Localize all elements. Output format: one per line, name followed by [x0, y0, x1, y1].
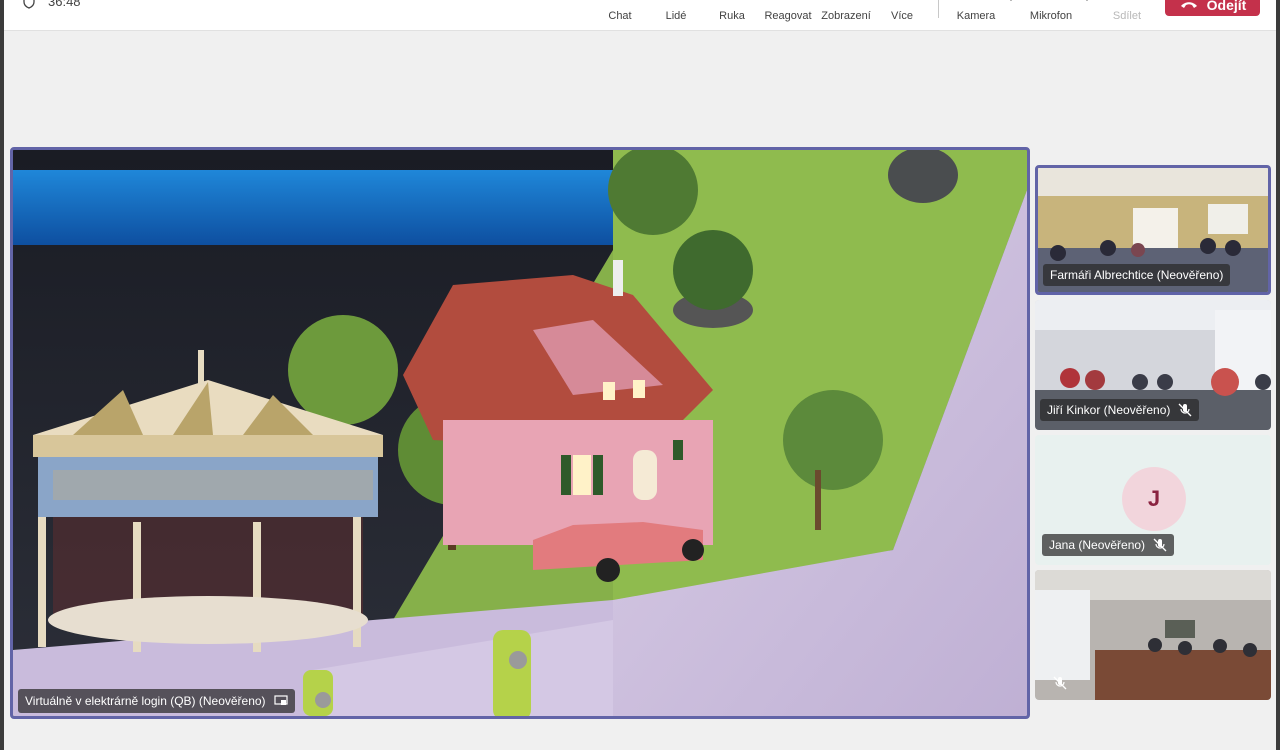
leave-button[interactable]: Odejít [1165, 0, 1260, 16]
toolbar-divider [938, 0, 939, 18]
chat-label: Chat [608, 10, 632, 22]
camera-button[interactable]: Kamera [956, 0, 996, 31]
phone-hangup-icon [1180, 2, 1197, 8]
tile-name-tag: Farmáři Albrechtice (Neověřeno) [1043, 264, 1231, 286]
classroom-video [1035, 570, 1271, 700]
mic-off-icon [1053, 676, 1067, 690]
people-label: Lidé [665, 10, 687, 22]
camera-icon [966, 0, 986, 5]
people-button[interactable]: Lidé [662, 0, 690, 31]
window-edge-left [0, 0, 4, 750]
raise-hand-button[interactable]: Ruka [717, 0, 747, 31]
microphone-button[interactable]: Mikrofon [1028, 0, 1074, 31]
participant-tile-jana[interactable]: J Jana (Neověřeno) [1035, 435, 1271, 565]
participant-tile-jiri-kinkor[interactable]: Jiří Kinkor (Neověřeno) [1035, 300, 1271, 430]
tile-name-tag: Jana (Neověřeno) [1042, 534, 1175, 556]
stage-participant-name-tag: Virtuálně v elektrárně login (QB) (Neově… [18, 689, 295, 713]
hand-label: Ruka [719, 10, 745, 22]
timer-text: 36:48 [48, 0, 81, 9]
react-button[interactable]: Reagovat [764, 0, 812, 31]
share-icon [1117, 0, 1137, 5]
chat-button[interactable]: Chat [606, 0, 634, 31]
react-label: Reagovat [764, 10, 812, 22]
camera-label: Kamera [956, 10, 996, 22]
view-label: Zobrazení [821, 10, 871, 22]
window-edge-right [1276, 0, 1280, 750]
shield-icon [23, 0, 35, 9]
screen-share-icon [273, 695, 288, 705]
hand-icon [722, 0, 742, 5]
chat-icon [610, 0, 630, 5]
main-video-stage[interactable]: Virtuálně v elektrárně login (QB) (Neově… [10, 147, 1030, 719]
camera-options-chevron-icon[interactable] [1007, 0, 1015, 3]
emoji-icon [778, 0, 798, 5]
participant-tile-classroom[interactable] [1035, 570, 1271, 700]
mic-options-chevron-icon[interactable] [1083, 0, 1091, 3]
tile-participant-name: Farmáři Albrechtice (Neověřeno) [1050, 268, 1224, 282]
meeting-timer: 36:48 [22, 0, 81, 9]
tile-participant-name: Jiří Kinkor (Neověřeno) [1047, 403, 1171, 417]
participant-tile-farmari[interactable]: Farmáři Albrechtice (Neověřeno) [1035, 165, 1271, 295]
mic-off-icon [1153, 538, 1167, 552]
share-button[interactable]: Sdílet [1112, 0, 1142, 31]
tile-name-tag: Jiří Kinkor (Neověřeno) [1040, 399, 1200, 421]
more-button[interactable]: Více [890, 0, 914, 31]
mic-label: Mikrofon [1029, 10, 1073, 22]
tile-participant-name: Jana (Neověřeno) [1049, 538, 1146, 552]
share-label: Sdílet [1112, 10, 1142, 22]
people-icon [666, 0, 686, 5]
stage-participant-name: Virtuálně v elektrárně login (QB) (Neově… [25, 694, 266, 708]
model-diorama-video [13, 150, 1027, 716]
view-button[interactable]: Zobrazení [820, 0, 872, 31]
leave-label: Odejít [1206, 0, 1247, 13]
meeting-toolbar: 36:48 Chat Lidé Ruka Reagovat Zobrazení … [4, 0, 1276, 31]
microphone-icon [1041, 0, 1061, 5]
more-label: Více [890, 10, 913, 22]
avatar: J [1122, 467, 1186, 531]
layout-icon [836, 0, 856, 5]
mic-off-icon [1178, 403, 1192, 417]
